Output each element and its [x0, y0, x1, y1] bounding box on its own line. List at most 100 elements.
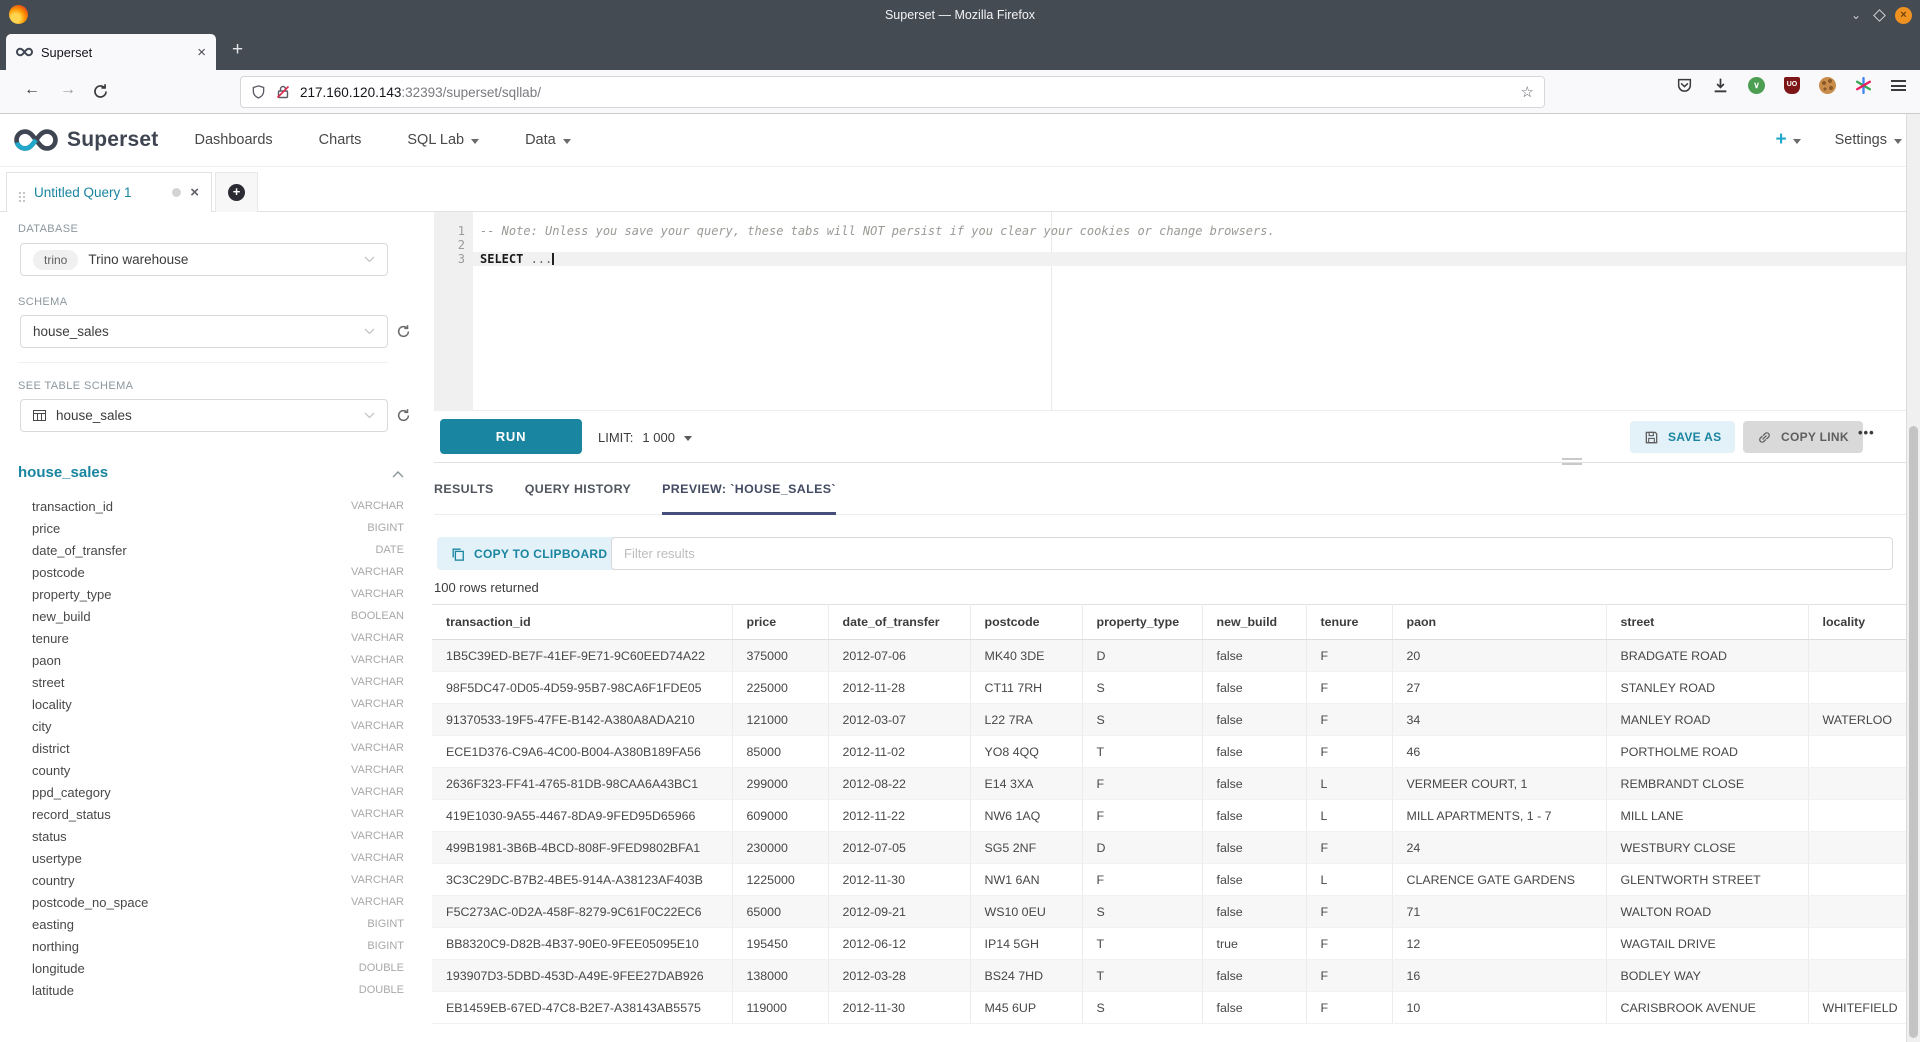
schema-column-row: statusVARCHAR: [32, 825, 404, 847]
run-button[interactable]: RUN: [440, 419, 582, 454]
schema-label: SCHEMA: [18, 296, 67, 308]
results-column-header[interactable]: new_build: [1202, 605, 1306, 640]
table-cell: F: [1306, 960, 1392, 992]
nav-data[interactable]: Data: [525, 132, 571, 148]
colorful-asterisk-icon[interactable]: [1855, 77, 1872, 94]
results-column-header[interactable]: postcode: [970, 605, 1082, 640]
results-column-header[interactable]: tenure: [1306, 605, 1392, 640]
add-new-button[interactable]: +: [1775, 129, 1800, 151]
new-tab-button[interactable]: +: [232, 40, 243, 59]
column-type: DATE: [375, 544, 404, 556]
chevron-down-icon: [1894, 139, 1902, 144]
results-column-header[interactable]: paon: [1392, 605, 1606, 640]
table-cell: 2012-11-22: [828, 800, 970, 832]
window-minimize-icon[interactable]: ⌄: [1848, 8, 1864, 22]
copy-to-clipboard-button[interactable]: COPY TO CLIPBOARD: [437, 537, 621, 570]
limit-dropdown[interactable]: LIMIT: 1 000: [598, 411, 692, 463]
tab-query-history[interactable]: QUERY HISTORY: [525, 463, 631, 515]
database-select[interactable]: trino Trino warehouse: [20, 243, 388, 276]
url-path: :32393/superset/sqllab/: [401, 85, 541, 100]
tab-results[interactable]: RESULTS: [434, 463, 494, 515]
url-host: 217.160.120.143: [300, 85, 401, 100]
filter-results-input[interactable]: [611, 537, 1893, 570]
table-cell: [1808, 672, 1906, 704]
pocket-icon[interactable]: [1676, 77, 1693, 94]
query-tab-close-icon[interactable]: ×: [190, 184, 199, 201]
table-cell: S: [1082, 704, 1202, 736]
column-type: VARCHAR: [351, 786, 404, 798]
pane-resize-handle[interactable]: [1562, 458, 1582, 465]
tab-close-icon[interactable]: ×: [197, 44, 206, 61]
drag-handle-icon[interactable]: [19, 192, 21, 194]
copy-link-button[interactable]: COPY LINK: [1743, 421, 1863, 453]
table-cell: F: [1306, 736, 1392, 768]
results-column-header[interactable]: locality: [1808, 605, 1906, 640]
table-cell: 121000: [732, 704, 828, 736]
table-cell: CARISBROOK AVENUE: [1606, 992, 1808, 1024]
results-column-header[interactable]: transaction_id: [432, 605, 732, 640]
more-options-button[interactable]: •••: [1858, 425, 1875, 440]
nav-dashboards[interactable]: Dashboards: [194, 132, 272, 148]
nav-charts[interactable]: Charts: [319, 132, 362, 148]
new-query-tab-button[interactable]: +: [215, 172, 258, 212]
link-icon: [1757, 430, 1772, 445]
column-name: usertype: [32, 851, 351, 866]
tab-preview-house-sales[interactable]: PREVIEW: `HOUSE_SALES`: [662, 463, 836, 515]
table-cell: false: [1202, 800, 1306, 832]
insecure-lock-icon[interactable]: [275, 84, 291, 100]
table-cell: SG5 2NF: [970, 832, 1082, 864]
shield-icon[interactable]: [251, 84, 266, 100]
table-select[interactable]: house_sales: [20, 399, 388, 432]
back-icon[interactable]: ←: [24, 81, 40, 99]
refresh-table-icon[interactable]: [396, 408, 411, 423]
reload-icon[interactable]: [92, 83, 109, 100]
results-column-header[interactable]: street: [1606, 605, 1808, 640]
page-scrollbar[interactable]: [1906, 114, 1920, 1042]
table-cell: false: [1202, 768, 1306, 800]
url-text[interactable]: 217.160.120.143:32393/superset/sqllab/: [300, 85, 1512, 100]
query-tab-untitled-query-1[interactable]: Untitled Query 1 ×: [6, 172, 212, 212]
table-cell: false: [1202, 864, 1306, 896]
chevron-up-icon[interactable]: [392, 470, 404, 478]
column-name: postcode_no_space: [32, 895, 351, 910]
refresh-schema-icon[interactable]: [396, 324, 411, 339]
editor-code[interactable]: -- Note: Unless you save your query, the…: [473, 224, 1906, 266]
bookmark-star-icon[interactable]: ☆: [1521, 83, 1534, 101]
results-column-header[interactable]: date_of_transfer: [828, 605, 970, 640]
results-column-header[interactable]: price: [732, 605, 828, 640]
green-extension-icon[interactable]: ∨: [1748, 77, 1765, 94]
menu-icon[interactable]: [1891, 80, 1906, 91]
table-row: 2636F323-FF41-4765-81DB-98CAA6A43BC12990…: [432, 768, 1906, 800]
table-cell: 2012-11-30: [828, 992, 970, 1024]
ublock-shield-icon[interactable]: UO: [1784, 77, 1800, 94]
window-maximize-icon[interactable]: [1873, 9, 1886, 22]
save-as-button[interactable]: SAVE AS: [1630, 421, 1735, 453]
text-cursor: [552, 253, 554, 265]
table-cell: L: [1306, 800, 1392, 832]
browser-tab[interactable]: Superset ×: [6, 34, 216, 70]
column-name: ppd_category: [32, 785, 351, 800]
settings-menu[interactable]: Settings: [1835, 132, 1902, 148]
cookie-icon[interactable]: [1819, 77, 1836, 94]
superset-logo[interactable]: Superset: [14, 128, 158, 152]
table-cell: 2012-08-22: [828, 768, 970, 800]
column-name: county: [32, 763, 351, 778]
nav-sql-lab[interactable]: SQL Lab: [407, 132, 479, 148]
results-column-header[interactable]: property_type: [1082, 605, 1202, 640]
downloads-icon[interactable]: [1712, 77, 1729, 94]
table-cell: 98F5DC47-0D05-4D59-95B7-98CA6F1FDE05: [432, 672, 732, 704]
table-cell: false: [1202, 896, 1306, 928]
window-close-icon[interactable]: ×: [1895, 7, 1912, 24]
table-schema-title[interactable]: house_sales: [18, 464, 108, 481]
table-cell: 2012-07-06: [828, 640, 970, 672]
table-cell: F: [1306, 704, 1392, 736]
table-cell: F: [1082, 800, 1202, 832]
table-cell: MILL LANE: [1606, 800, 1808, 832]
table-cell: MILL APARTMENTS, 1 - 7: [1392, 800, 1606, 832]
scrollbar-thumb[interactable]: [1909, 426, 1918, 1038]
sql-editor[interactable]: 1 2 3 -- Note: Unless you save your quer…: [434, 212, 1906, 411]
url-bar[interactable]: 217.160.120.143:32393/superset/sqllab/ ☆: [240, 76, 1545, 108]
schema-select[interactable]: house_sales: [20, 315, 388, 348]
table-row: 419E1030-9A55-4467-8DA9-9FED95D659666090…: [432, 800, 1906, 832]
table-cell: false: [1202, 992, 1306, 1024]
